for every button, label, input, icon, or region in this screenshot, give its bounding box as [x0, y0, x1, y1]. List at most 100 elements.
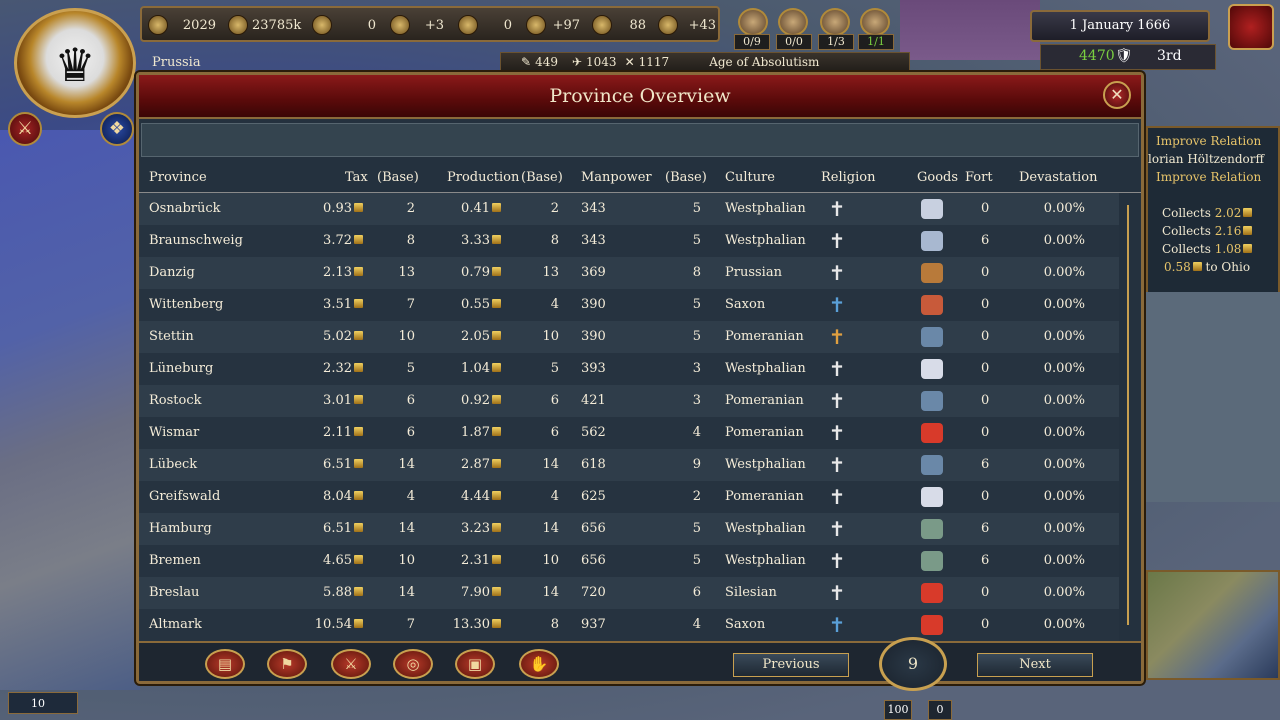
improve-relation-label[interactable]: Improve Relation	[1156, 134, 1261, 148]
close-button[interactable]: ✕	[1103, 81, 1131, 109]
advisor-portrait[interactable]	[738, 8, 768, 36]
advisor-portrait[interactable]	[860, 8, 890, 36]
treasury[interactable]: 2029	[148, 12, 216, 38]
cell-province[interactable]: Bremen	[149, 553, 201, 568]
paper-goods-icon[interactable]	[921, 231, 943, 251]
prestige[interactable]: +97	[526, 12, 580, 38]
salt-goods-icon[interactable]	[921, 359, 943, 379]
cell-province[interactable]: Hamburg	[149, 521, 212, 536]
cloth-red-goods-icon[interactable]	[921, 423, 943, 443]
cell-province[interactable]: Altmark	[149, 617, 202, 632]
table-row[interactable]: Rostock 3.01 6 0.92 6 421 3 Pomeranian ✝ 0 0.00%	[139, 385, 1119, 417]
fish-goods-icon[interactable]	[921, 391, 943, 411]
protestant-icon[interactable]: ✝	[825, 293, 849, 317]
catholic-icon[interactable]: ✝	[825, 421, 849, 445]
map-right[interactable]	[1146, 292, 1280, 502]
age-label[interactable]: Age of Absolutism	[709, 55, 819, 69]
table-row[interactable]: Osnabrück 0.93 2 0.41 2 343 5 Westphalian ✝ 0 0.00…	[139, 193, 1119, 225]
manpower[interactable]: 23785k	[228, 12, 301, 38]
header-fort[interactable]: Fort	[965, 170, 993, 185]
header-production[interactable]: Production	[447, 170, 519, 185]
table-row[interactable]: Lüneburg 2.32 5 1.04 5 393 3 Westphalian ✝ 0 0.00%	[139, 353, 1119, 385]
header-culture[interactable]: Culture	[725, 170, 775, 185]
trade-button[interactable]: ▣	[455, 649, 495, 679]
fish-goods-icon[interactable]	[921, 455, 943, 475]
pause-button[interactable]	[1228, 4, 1274, 50]
cell-province[interactable]: Danzig	[149, 265, 195, 280]
previous-button[interactable]: Previous	[733, 653, 849, 677]
economy-button[interactable]: ◎	[393, 649, 433, 679]
table-row[interactable]: Bremen 4.65 10 2.31 10 656 5 Westphalian ✝ 6 0.00%	[139, 545, 1119, 577]
power-projection[interactable]: +43	[658, 12, 716, 38]
catholic-icon[interactable]: ✝	[825, 357, 849, 381]
catholic-icon[interactable]: ✝	[825, 197, 849, 221]
salt-goods-icon[interactable]	[921, 487, 943, 507]
reformed-icon[interactable]: ✝	[825, 325, 849, 349]
header-goods[interactable]: Goods	[917, 170, 958, 185]
table-row[interactable]: Greifswald 8.04 4 4.44 4 625 2 Pomeranian ✝ 0 0.00…	[139, 481, 1119, 513]
unit-box[interactable]: 10	[8, 692, 78, 714]
copper-goods-icon[interactable]	[921, 295, 943, 315]
header-religion[interactable]: Religion	[821, 170, 875, 185]
fish-goods-icon[interactable]	[921, 327, 943, 347]
catholic-icon[interactable]: ✝	[825, 261, 849, 285]
catholic-icon[interactable]: ✝	[825, 517, 849, 541]
catholic-icon[interactable]: ✝	[825, 581, 849, 605]
improve-relation-label[interactable]: Improve Relation	[1156, 170, 1261, 184]
military-button[interactable]: ⚔	[8, 112, 42, 146]
ledger-button[interactable]: ▤	[205, 649, 245, 679]
corruption[interactable]: 0	[458, 12, 512, 38]
military-filter-button[interactable]: ⚔	[331, 649, 371, 679]
cloth-goods-icon[interactable]	[921, 199, 943, 219]
next-button[interactable]: Next	[977, 653, 1093, 677]
header-devastation[interactable]: Devastation	[1019, 170, 1097, 185]
header-manpower[interactable]: Manpower	[581, 170, 652, 185]
sailors[interactable]: 0	[312, 12, 376, 38]
diplomacy-button[interactable]: ✋	[519, 649, 559, 679]
cell-province[interactable]: Lüneburg	[149, 361, 213, 376]
advisor-portrait[interactable]	[820, 8, 850, 36]
header-production-base[interactable]: (Base)	[521, 170, 563, 185]
header-tax-base[interactable]: (Base)	[377, 170, 419, 185]
scroll-track[interactable]	[1127, 205, 1129, 625]
fish-green-goods-icon[interactable]	[921, 551, 943, 571]
score-display[interactable]: 4470 🛡 3rd	[1040, 44, 1216, 70]
advisor-portrait[interactable]	[778, 8, 808, 36]
table-row[interactable]: Danzig 2.13 13 0.79 13 369 8 Prussian ✝ 0 0.00%	[139, 257, 1119, 289]
cell-province[interactable]: Wismar	[149, 425, 199, 440]
cell-province[interactable]: Braunschweig	[149, 233, 243, 248]
fish-green-goods-icon[interactable]	[921, 519, 943, 539]
flag-button[interactable]: ⚑	[267, 649, 307, 679]
table-row[interactable]: Hamburg 6.51 14 3.23 14 656 5 Westphalian ✝ 6 0.00…	[139, 513, 1119, 545]
map-left[interactable]	[0, 130, 140, 690]
cloth-red-goods-icon[interactable]	[921, 583, 943, 603]
ideas-button[interactable]: ❖	[100, 112, 134, 146]
header-tax[interactable]: Tax	[345, 170, 368, 185]
cell-province[interactable]: Wittenberg	[149, 297, 223, 312]
header-province[interactable]: Province	[149, 170, 207, 185]
table-row[interactable]: Breslau 5.88 14 7.90 14 720 6 Silesian ✝ 0 0.00%	[139, 577, 1119, 609]
scrollbar[interactable]	[1123, 195, 1133, 635]
minimap[interactable]	[1146, 570, 1280, 680]
legitimacy[interactable]: 88	[592, 12, 646, 38]
protestant-icon[interactable]: ✝	[825, 613, 849, 637]
cell-province[interactable]: Lübeck	[149, 457, 197, 472]
catholic-icon[interactable]: ✝	[825, 229, 849, 253]
table-row[interactable]: Lübeck 6.51 14 2.87 14 618 9 Westphalian ✝ 6 0.00%	[139, 449, 1119, 481]
header-manpower-base[interactable]: (Base)	[665, 170, 707, 185]
catholic-icon[interactable]: ✝	[825, 549, 849, 573]
naval-supplies-goods-icon[interactable]	[921, 263, 943, 283]
map-top[interactable]	[900, 0, 1040, 60]
catholic-icon[interactable]: ✝	[825, 485, 849, 509]
catholic-icon[interactable]: ✝	[825, 389, 849, 413]
table-row[interactable]: Altmark 10.54 7 13.30 8 937 4 Saxon ✝ 0 0.00%	[139, 609, 1119, 641]
country-name[interactable]: Prussia	[152, 55, 201, 70]
table-row[interactable]: Stettin 5.02 10 2.05 10 390 5 Pomeranian ✝ 0 0.00%	[139, 321, 1119, 353]
cell-province[interactable]: Osnabrück	[149, 201, 221, 216]
catholic-icon[interactable]: ✝	[825, 453, 849, 477]
cell-province[interactable]: Rostock	[149, 393, 202, 408]
cell-province[interactable]: Stettin	[149, 329, 194, 344]
table-row[interactable]: Braunschweig 3.72 8 3.33 8 343 5 Westphalian ✝ 6 0…	[139, 225, 1119, 257]
table-row[interactable]: Wittenberg 3.51 7 0.55 4 390 5 Saxon ✝ 0 0.00%	[139, 289, 1119, 321]
table-row[interactable]: Wismar 2.11 6 1.87 6 562 4 Pomeranian ✝ 0 0.00%	[139, 417, 1119, 449]
